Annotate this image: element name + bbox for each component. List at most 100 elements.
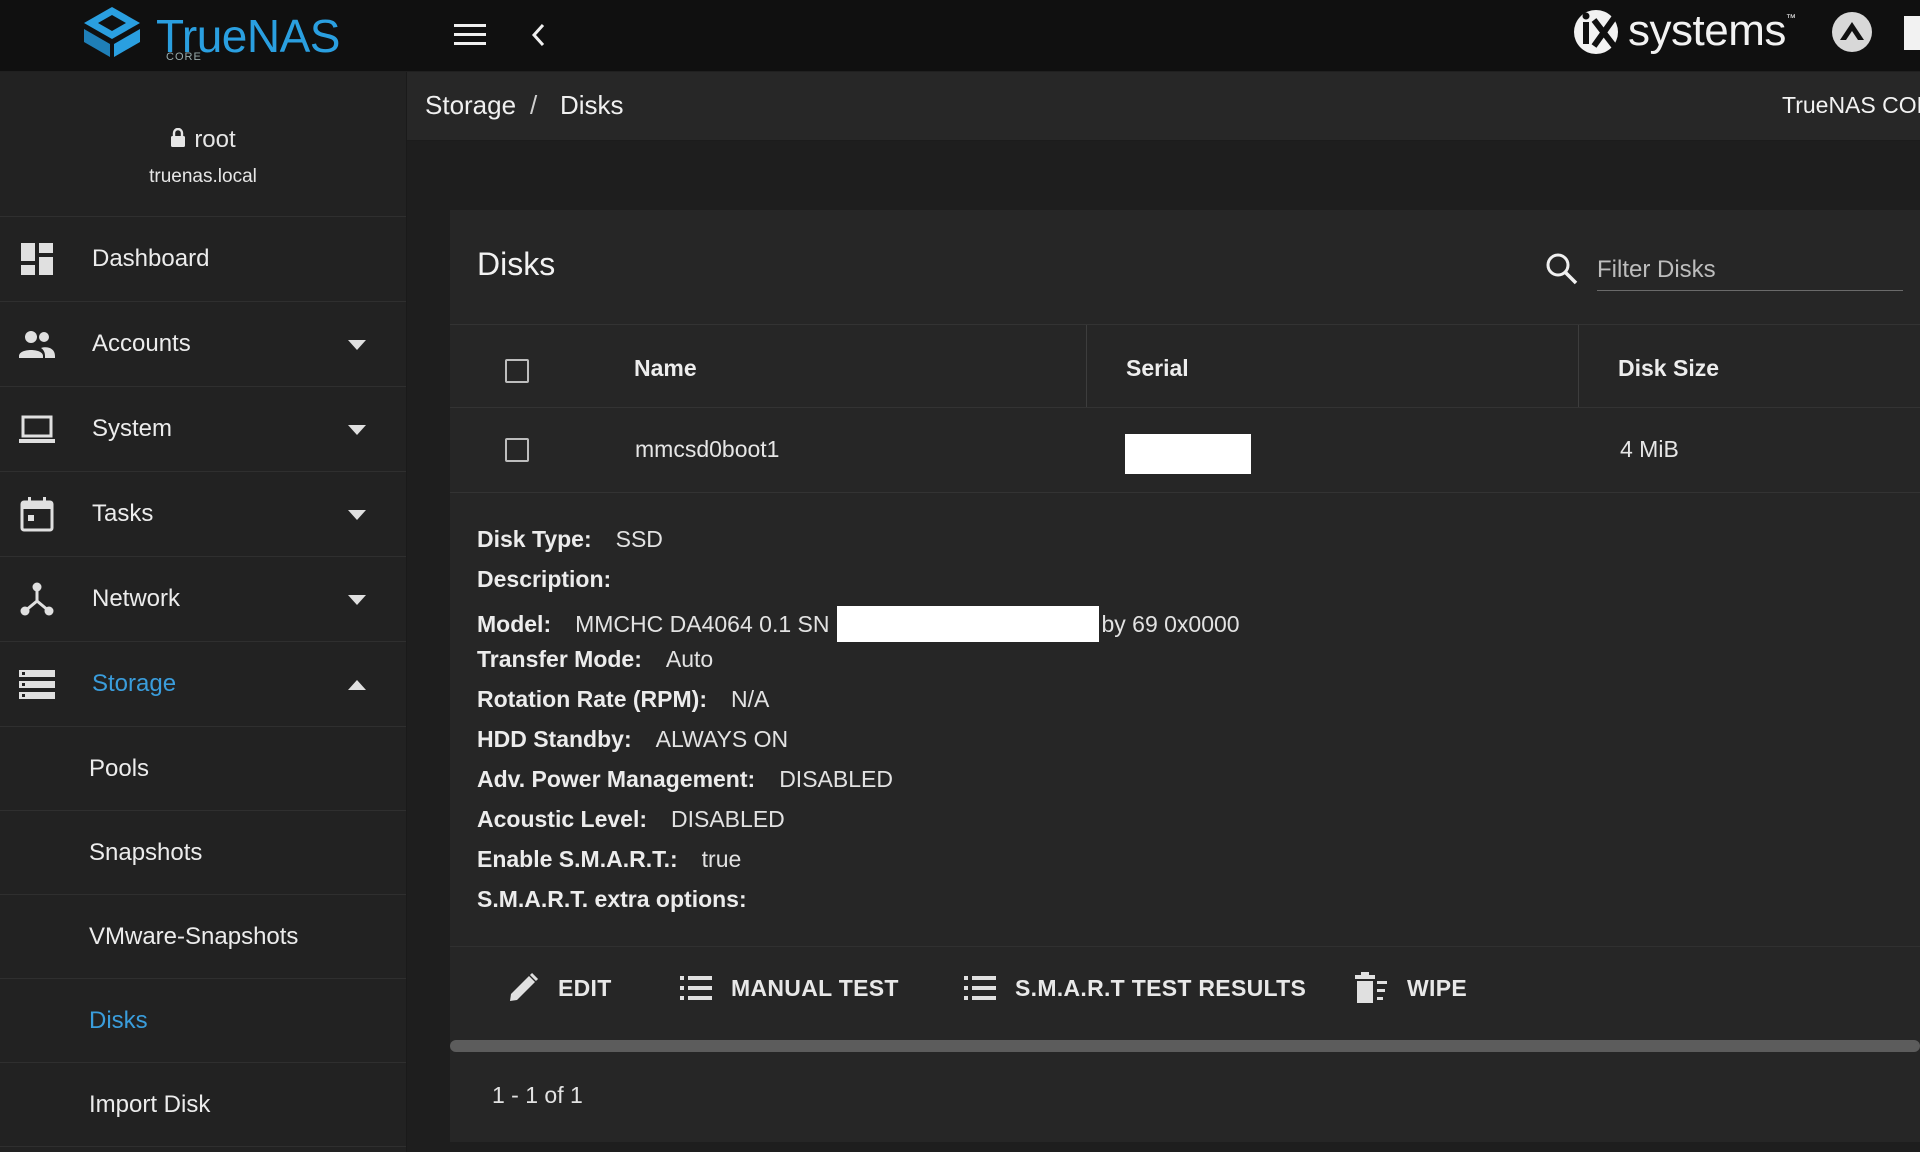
breadcrumb-storage-link[interactable]: Storage	[425, 90, 516, 121]
pencil-icon	[510, 972, 539, 1001]
breadcrumb-current: Disks	[560, 90, 624, 120]
user-info: root truenas.local	[0, 72, 406, 217]
select-all-checkbox[interactable]	[505, 359, 529, 383]
sidebar-item-label: Accounts	[92, 330, 191, 357]
detail-adv-power-management: Adv. Power Management: DISABLED	[477, 766, 893, 793]
disk-name-cell: mmcsd0boot1	[635, 436, 780, 462]
detail-label: HDD Standby:	[477, 726, 632, 752]
detail-smart-extra-options: S.M.A.R.T. extra options:	[477, 886, 771, 913]
truenas-logo-icon	[84, 7, 140, 57]
username-text: root	[194, 126, 236, 153]
sidebar-item-system[interactable]: System	[0, 387, 406, 472]
detail-value: N/A	[730, 686, 770, 712]
wipe-label: WIPE	[1407, 975, 1467, 1001]
detail-label: Acoustic Level:	[477, 806, 647, 832]
breadcrumb: Storage / Disks TrueNAS COR	[407, 72, 1920, 141]
horizontal-scrollbar[interactable]	[450, 1040, 1920, 1052]
sidebar-subitem-vmware-snapshots[interactable]: VMware-Snapshots	[0, 895, 406, 979]
caret-up-icon	[348, 680, 366, 690]
sidebar-subitem-label: Import Disk	[89, 1091, 211, 1118]
detail-value: MMCHC DA4064 0.1 SN	[575, 611, 830, 637]
logo-subtext: CORE	[166, 51, 202, 63]
sidebar-subitem-snapshots[interactable]: Snapshots	[0, 811, 406, 895]
column-header-serial[interactable]: Serial	[1126, 355, 1189, 382]
smart-test-results-label: S.M.A.R.T TEST RESULTS	[1015, 975, 1307, 1001]
column-header-disk-size[interactable]: Disk Size	[1618, 355, 1719, 382]
lock-icon	[171, 128, 186, 147]
sidebar-item-network[interactable]: Network	[0, 557, 406, 642]
row-actions: EDIT MANUAL TEST S.M.A.R.T TEST RESULTS	[450, 946, 1920, 1031]
chevron-left-icon	[531, 23, 545, 47]
sidebar-subitem-disks[interactable]: Disks	[0, 979, 406, 1063]
detail-value: SSD	[615, 526, 663, 552]
table-header: Name Serial Disk Size	[450, 324, 1920, 408]
detail-value-suffix: by 69 0x0000	[1101, 611, 1240, 637]
table-row[interactable]: mmcsd0boot1 4 MiB	[450, 407, 1920, 493]
detail-value: ALWAYS ON	[655, 726, 789, 752]
row-checkbox[interactable]	[505, 438, 529, 462]
detail-transfer-mode: Transfer Mode: Auto	[477, 646, 713, 673]
list-icon	[680, 976, 712, 1000]
sidebar-subitem-label: VMware-Snapshots	[89, 923, 299, 950]
sidebar-subitem-label: Snapshots	[89, 839, 203, 866]
ixsystems-mark-icon	[1570, 6, 1628, 58]
sidebar-item-dashboard[interactable]: Dashboard	[0, 217, 406, 302]
column-divider	[1578, 325, 1579, 407]
top-bar: TrueNAS CORE systems™	[0, 0, 1920, 72]
paginator-range: 1 - 1 of 1	[492, 1082, 583, 1108]
sidebar-subitem-label: Pools	[89, 755, 150, 782]
sidebar-subitem-label: Disks	[89, 1007, 148, 1034]
disks-card: Disks Name Serial Disk Size mmcsd0boot1 …	[450, 210, 1920, 1142]
truecommand-icon	[1832, 12, 1872, 52]
detail-model: Model: MMCHC DA4064 0.1 SN by 69 0x0000	[477, 606, 1240, 642]
hostname: truenas.local	[149, 166, 257, 187]
detail-disk-type: Disk Type: SSD	[477, 526, 663, 553]
detail-enable-smart: Enable S.M.A.R.T.: true	[477, 846, 741, 873]
sidebar-item-tasks[interactable]: Tasks	[0, 472, 406, 557]
search-icon	[1546, 253, 1578, 285]
ixsystems-logo[interactable]: systems™	[1570, 2, 1796, 62]
caret-down-icon	[348, 510, 366, 520]
calendar-icon	[20, 497, 54, 532]
hamburger-icon	[454, 24, 486, 45]
ixsystems-wordmark: systems	[1628, 6, 1786, 55]
detail-rotation-rate: Rotation Rate (RPM): N/A	[477, 686, 769, 713]
caret-down-icon	[348, 425, 366, 435]
truecommand-button[interactable]	[1830, 10, 1874, 54]
notes-icon[interactable]	[1904, 16, 1920, 50]
detail-value: true	[701, 846, 742, 872]
username: root	[0, 126, 406, 154]
sidebar: root truenas.local Dashboard Accounts Sy…	[0, 72, 407, 1152]
detail-label: Adv. Power Management:	[477, 766, 756, 792]
model-serial-redacted	[837, 606, 1100, 642]
network-icon	[20, 582, 54, 616]
detail-label: Enable S.M.A.R.T.:	[477, 846, 678, 872]
people-icon	[19, 331, 55, 358]
list-icon	[964, 976, 996, 1000]
column-divider	[1086, 325, 1087, 407]
caret-down-icon	[348, 340, 366, 350]
edit-label: EDIT	[558, 975, 612, 1001]
sidebar-item-storage[interactable]: Storage	[0, 642, 406, 727]
manual-test-label: MANUAL TEST	[731, 975, 899, 1001]
collapse-sidebar-button[interactable]	[526, 17, 550, 53]
sidebar-subitem-pools[interactable]: Pools	[0, 727, 406, 811]
dashboard-icon	[21, 243, 53, 275]
laptop-icon	[19, 415, 55, 443]
detail-hdd-standby: HDD Standby: ALWAYS ON	[477, 726, 788, 753]
menu-toggle-button[interactable]	[453, 18, 487, 52]
page-title: Disks	[477, 246, 556, 282]
sidebar-item-accounts[interactable]: Accounts	[0, 302, 406, 387]
breadcrumb-separator: /	[530, 90, 538, 120]
column-header-name[interactable]: Name	[634, 355, 697, 382]
detail-acoustic-level: Acoustic Level: DISABLED	[477, 806, 785, 833]
product-name: TrueNAS COR	[1782, 92, 1920, 118]
detail-value: DISABLED	[779, 766, 893, 792]
filter-disks-input[interactable]	[1597, 250, 1903, 291]
detail-label: Transfer Mode:	[477, 646, 642, 672]
detail-label: S.M.A.R.T. extra options:	[477, 886, 747, 912]
detail-label: Model:	[477, 611, 552, 637]
sidebar-subitem-import-disk[interactable]: Import Disk	[0, 1063, 406, 1147]
caret-down-icon	[348, 595, 366, 605]
detail-label: Description:	[477, 566, 612, 592]
